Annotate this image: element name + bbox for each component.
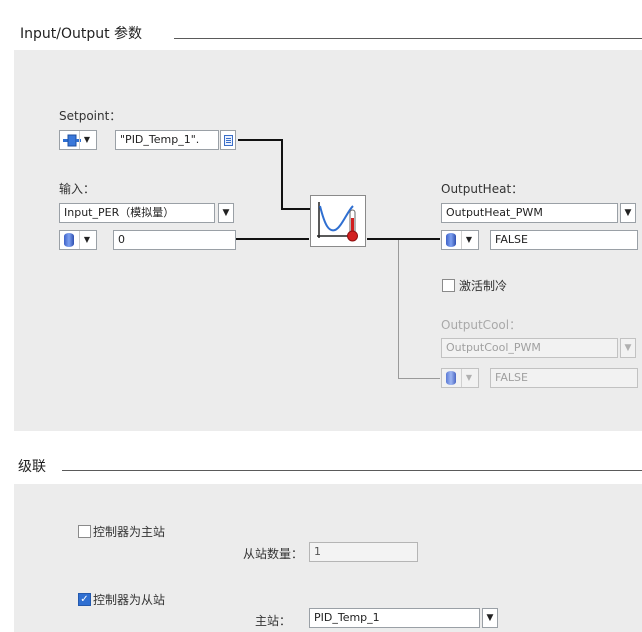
output-cool-wire-vertical xyxy=(398,240,399,379)
controller-master-label: 控制器为主站 xyxy=(93,525,166,539)
slave-count-label: 从站数量： xyxy=(243,547,304,561)
master-station-label: 主站： xyxy=(255,614,292,628)
setpoint-wire xyxy=(238,139,283,141)
chevron-down-icon: ▼ xyxy=(461,231,476,249)
output-cool-value-field[interactable]: FALSE xyxy=(490,368,638,388)
cascade-section-title: 级联 xyxy=(18,459,46,475)
setpoint-label: Setpoint： xyxy=(59,109,122,123)
data-block-icon xyxy=(446,233,456,247)
output-heat-dropdown-arrow[interactable]: ▼ xyxy=(620,203,636,223)
output-heat-target-button[interactable]: ▼ xyxy=(441,230,479,250)
list-icon xyxy=(224,135,233,146)
output-cool-label: OutputCool： xyxy=(441,318,522,332)
activate-cooling-label: 激活制冷 xyxy=(459,279,508,293)
input-type-select[interactable]: Input_PER（模拟量） xyxy=(59,203,215,223)
input-label: 输入： xyxy=(59,182,96,196)
setpoint-source-button[interactable]: ▼ xyxy=(59,130,97,150)
setpoint-wire-vertical xyxy=(281,139,283,210)
input-wire xyxy=(236,238,309,240)
output-cool-select[interactable]: OutputCool_PWM xyxy=(441,338,618,358)
controller-slave-label: 控制器为从站 xyxy=(93,593,166,607)
io-section-title: Input/Output 参数 xyxy=(20,26,143,42)
controller-master-checkbox[interactable] xyxy=(78,525,91,538)
input-source-button[interactable]: ▼ xyxy=(59,230,97,250)
input-value-field[interactable]: 0 xyxy=(113,230,236,250)
data-block-icon xyxy=(64,233,74,247)
input-type-dropdown-arrow[interactable]: ▼ xyxy=(218,203,234,223)
output-heat-select[interactable]: OutputHeat_PWM xyxy=(441,203,618,223)
data-block-icon xyxy=(446,371,456,385)
slave-count-field[interactable]: 1 xyxy=(309,542,418,562)
setpoint-field[interactable]: "PID_Temp_1". xyxy=(115,130,219,150)
master-station-dropdown-arrow[interactable]: ▼ xyxy=(482,608,498,628)
activate-cooling-checkbox[interactable] xyxy=(442,279,455,292)
pid-temperature-controller-icon xyxy=(310,195,366,247)
setpoint-wire-to-block xyxy=(281,208,311,210)
output-heat-value-field[interactable]: FALSE xyxy=(490,230,638,250)
master-station-select[interactable]: PID_Temp_1 xyxy=(309,608,480,628)
temperature-curve-icon xyxy=(317,202,358,242)
output-heat-wire xyxy=(367,238,440,240)
output-cool-dropdown-arrow[interactable]: ▼ xyxy=(620,338,636,358)
output-cool-wire xyxy=(398,378,440,379)
setpoint-browse-button[interactable] xyxy=(220,130,236,150)
cascade-title-divider xyxy=(62,470,642,471)
output-heat-label: OutputHeat： xyxy=(441,182,524,196)
chevron-down-icon: ▼ xyxy=(461,369,476,387)
io-title-divider xyxy=(174,38,642,39)
chevron-down-icon: ▼ xyxy=(79,131,94,149)
output-cool-target-button[interactable]: ▼ xyxy=(441,368,479,388)
controller-slave-checkbox[interactable]: ✓ xyxy=(78,593,91,606)
chevron-down-icon: ▼ xyxy=(79,231,94,249)
